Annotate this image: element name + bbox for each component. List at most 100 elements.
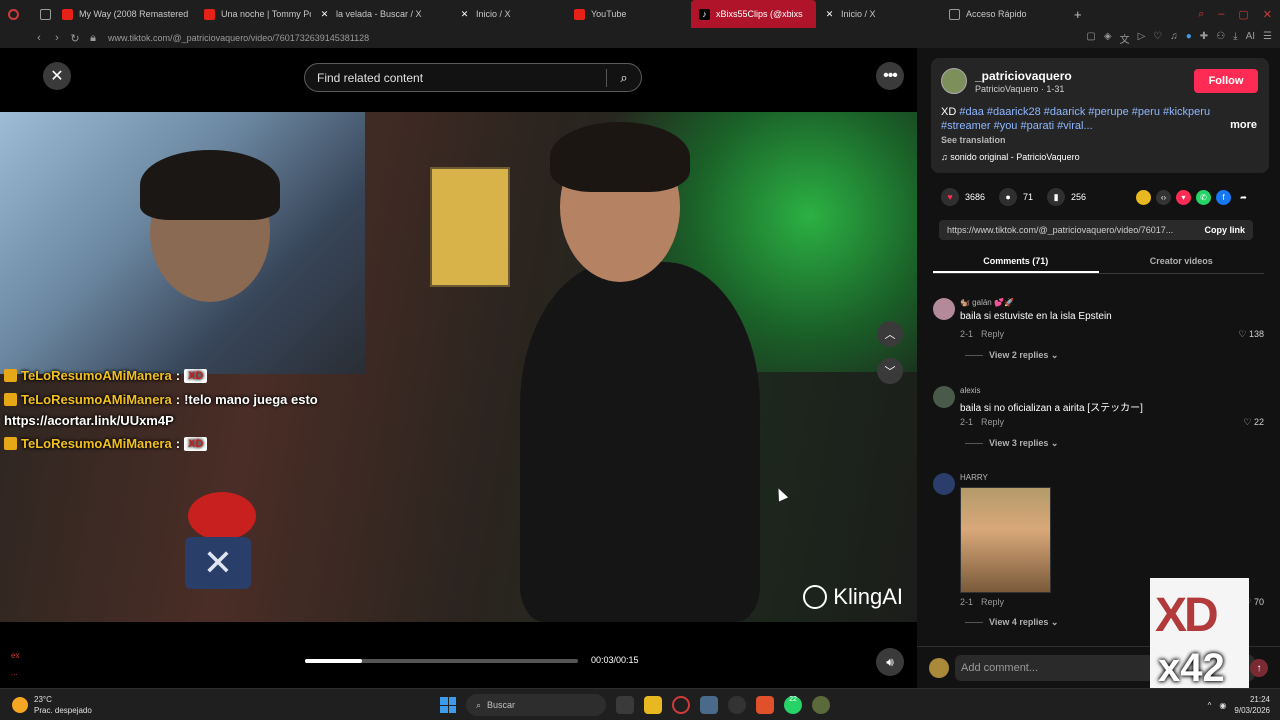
progress-bar[interactable] bbox=[305, 659, 578, 663]
close-window-icon[interactable]: ✕ bbox=[1263, 8, 1272, 21]
tab-comments[interactable]: Comments (71) bbox=[933, 252, 1099, 273]
wifi-icon[interactable]: ◉ bbox=[1219, 701, 1226, 710]
url-field[interactable]: www.tiktok.com/@_patriciovaquero/video/7… bbox=[108, 33, 369, 43]
reply-button[interactable]: Reply bbox=[981, 597, 1004, 607]
comment-user[interactable]: alexis bbox=[960, 386, 980, 395]
minimize-icon[interactable]: – bbox=[1218, 8, 1224, 20]
more-link[interactable]: more bbox=[1230, 119, 1257, 131]
play-icon[interactable]: ▷ bbox=[1138, 31, 1146, 46]
volume-button[interactable]: 🔊︎ bbox=[876, 648, 904, 676]
next-video-button[interactable]: ﹀ bbox=[877, 358, 903, 384]
translate-icon[interactable]: 文 bbox=[1120, 31, 1130, 46]
video-viewer: ✕ TeLoResumoAMiManera : XD TeLoResumoAMi… bbox=[0, 48, 917, 688]
more-options-button[interactable]: ••• bbox=[876, 62, 904, 90]
see-translation-link[interactable]: See translation bbox=[941, 135, 1006, 145]
user-icon[interactable]: ⚇ bbox=[1216, 31, 1225, 46]
snapshot-icon[interactable]: ▢ bbox=[1086, 31, 1095, 46]
comment-image[interactable] bbox=[960, 487, 1051, 593]
chevron-up-icon: ︿ bbox=[884, 329, 896, 341]
windows-start-icon[interactable] bbox=[440, 697, 456, 713]
related-search: ⌕ bbox=[304, 63, 642, 92]
calculator-icon[interactable] bbox=[700, 696, 718, 714]
tab-1[interactable]: Una noche | Tommy Portu bbox=[196, 0, 311, 28]
vlc-icon[interactable] bbox=[756, 696, 774, 714]
search-input[interactable] bbox=[305, 64, 606, 91]
tab-0[interactable]: My Way (2008 Remastered bbox=[54, 0, 196, 28]
share-arrow-icon[interactable]: ➦ bbox=[1236, 190, 1251, 205]
weather-widget[interactable]: 23°C Prac. despejado bbox=[12, 694, 92, 716]
tab-2[interactable]: ✕ la velada - Buscar / X bbox=[311, 0, 451, 28]
tab-3[interactable]: ✕ Inicio / X bbox=[451, 0, 566, 28]
tab-6[interactable]: ✕ Inicio / X bbox=[816, 0, 941, 28]
comment-like[interactable]: ♡ 138 bbox=[1238, 329, 1264, 340]
send-icon[interactable]: ▾ bbox=[1176, 190, 1191, 205]
opera-menu-icon[interactable] bbox=[0, 0, 32, 28]
username[interactable]: _patriciovaquero bbox=[975, 69, 1072, 83]
post-link[interactable]: https://www.tiktok.com/@_patriciovaquero… bbox=[939, 225, 1196, 235]
whatsapp-icon[interactable]: ✆ bbox=[1196, 190, 1211, 205]
search-tabs-icon[interactable]: ⌕ bbox=[1198, 8, 1204, 21]
button-base-prop: ✕ bbox=[185, 537, 251, 589]
clock[interactable]: 21:24 9/03/2026 bbox=[1234, 694, 1270, 716]
embed-icon[interactable]: ‹› bbox=[1156, 190, 1171, 205]
tab-4[interactable]: YouTube bbox=[566, 0, 691, 28]
send-comment-icon[interactable]: ↑ bbox=[1250, 659, 1268, 677]
ai-icon[interactable]: AI bbox=[1246, 31, 1255, 46]
avatar[interactable] bbox=[941, 68, 967, 94]
xd-emote: XD bbox=[184, 368, 208, 383]
copy-link-button[interactable]: Copy link bbox=[1196, 225, 1253, 235]
opera-icon[interactable] bbox=[672, 696, 690, 714]
comment-item: alexis baila si no oficializan a airita … bbox=[933, 386, 1264, 466]
maximize-icon[interactable]: ▢ bbox=[1238, 8, 1248, 21]
tiktok-icon: ♪ bbox=[699, 8, 710, 20]
menu-icon[interactable]: ☰ bbox=[1263, 31, 1272, 46]
taskbar-search[interactable]: ⌕ Buscar bbox=[466, 694, 606, 716]
close-button[interactable]: ✕ bbox=[43, 62, 71, 90]
download-icon[interactable]: ⤓ bbox=[1233, 31, 1237, 46]
whatsapp-icon[interactable]: 22 bbox=[784, 696, 802, 714]
follow-button[interactable]: Follow bbox=[1194, 69, 1258, 93]
tab-5-active[interactable]: ♪ xBixs55Clips (@xbixs bbox=[691, 0, 816, 28]
tab-7[interactable]: Acceso Rápido bbox=[941, 0, 1066, 28]
reply-button[interactable]: Reply bbox=[981, 329, 1004, 339]
save-stat[interactable]: ▮ 256 bbox=[1047, 188, 1086, 206]
back-icon[interactable]: ‹ bbox=[30, 32, 48, 44]
chevron-up-icon[interactable]: ^ bbox=[1208, 701, 1212, 710]
folder-icon[interactable] bbox=[644, 696, 662, 714]
view-replies-button[interactable]: View 3 replies ⌄ bbox=[965, 438, 1058, 449]
reload-icon[interactable]: ↻ bbox=[66, 32, 84, 45]
comment-stat[interactable]: ● 71 bbox=[999, 188, 1033, 206]
app-icon[interactable] bbox=[812, 696, 830, 714]
video-player[interactable]: ✕ TeLoResumoAMiManera : XD TeLoResumoAMi… bbox=[0, 112, 917, 622]
search-icon[interactable]: ⌕ bbox=[607, 70, 641, 86]
avatar[interactable] bbox=[933, 473, 955, 495]
facebook-icon[interactable]: f bbox=[1216, 190, 1231, 205]
sound-link[interactable]: ♫ sonido original - PatricioVaquero bbox=[941, 152, 1080, 162]
workspace-icon[interactable] bbox=[32, 0, 54, 28]
heart-icon[interactable]: ♡ bbox=[1153, 31, 1162, 46]
comment-user[interactable]: 🐿️ galán 💕🚀 bbox=[960, 298, 1014, 307]
share-icons: ‹› ▾ ✆ f ➦ bbox=[1136, 190, 1251, 205]
coin-icon[interactable] bbox=[1136, 190, 1151, 205]
reply-button[interactable]: Reply bbox=[981, 417, 1004, 427]
like-stat[interactable]: ♥ 3686 bbox=[941, 188, 985, 206]
comment-like[interactable]: ♡ 22 bbox=[1243, 417, 1264, 428]
youtube-icon bbox=[574, 8, 585, 20]
vpn-icon[interactable]: ● bbox=[1186, 31, 1192, 46]
speaker-icon: 🔊︎ bbox=[886, 654, 894, 669]
view-replies-button[interactable]: View 2 replies ⌄ bbox=[965, 350, 1058, 361]
new-tab-button[interactable]: + bbox=[1066, 0, 1096, 28]
avatar[interactable] bbox=[933, 298, 955, 320]
obs-icon[interactable] bbox=[728, 696, 746, 714]
task-view-icon[interactable] bbox=[616, 696, 634, 714]
puzzle-icon[interactable]: ✚ bbox=[1200, 31, 1208, 46]
shield-icon[interactable]: ◈ bbox=[1104, 31, 1112, 46]
hashtags[interactable]: #daa #daarick28 #daarick #perupe #peru #… bbox=[941, 106, 1210, 132]
view-replies-button[interactable]: View 4 replies ⌄ bbox=[965, 617, 1058, 628]
avatar[interactable] bbox=[933, 386, 955, 408]
music-icon[interactable]: ♫ bbox=[1170, 31, 1178, 46]
tab-creator-videos[interactable]: Creator videos bbox=[1099, 252, 1265, 273]
previous-video-button[interactable]: ︿ bbox=[877, 321, 903, 347]
forward-icon[interactable]: › bbox=[48, 32, 66, 44]
comment-user[interactable]: HARRY bbox=[960, 473, 988, 482]
